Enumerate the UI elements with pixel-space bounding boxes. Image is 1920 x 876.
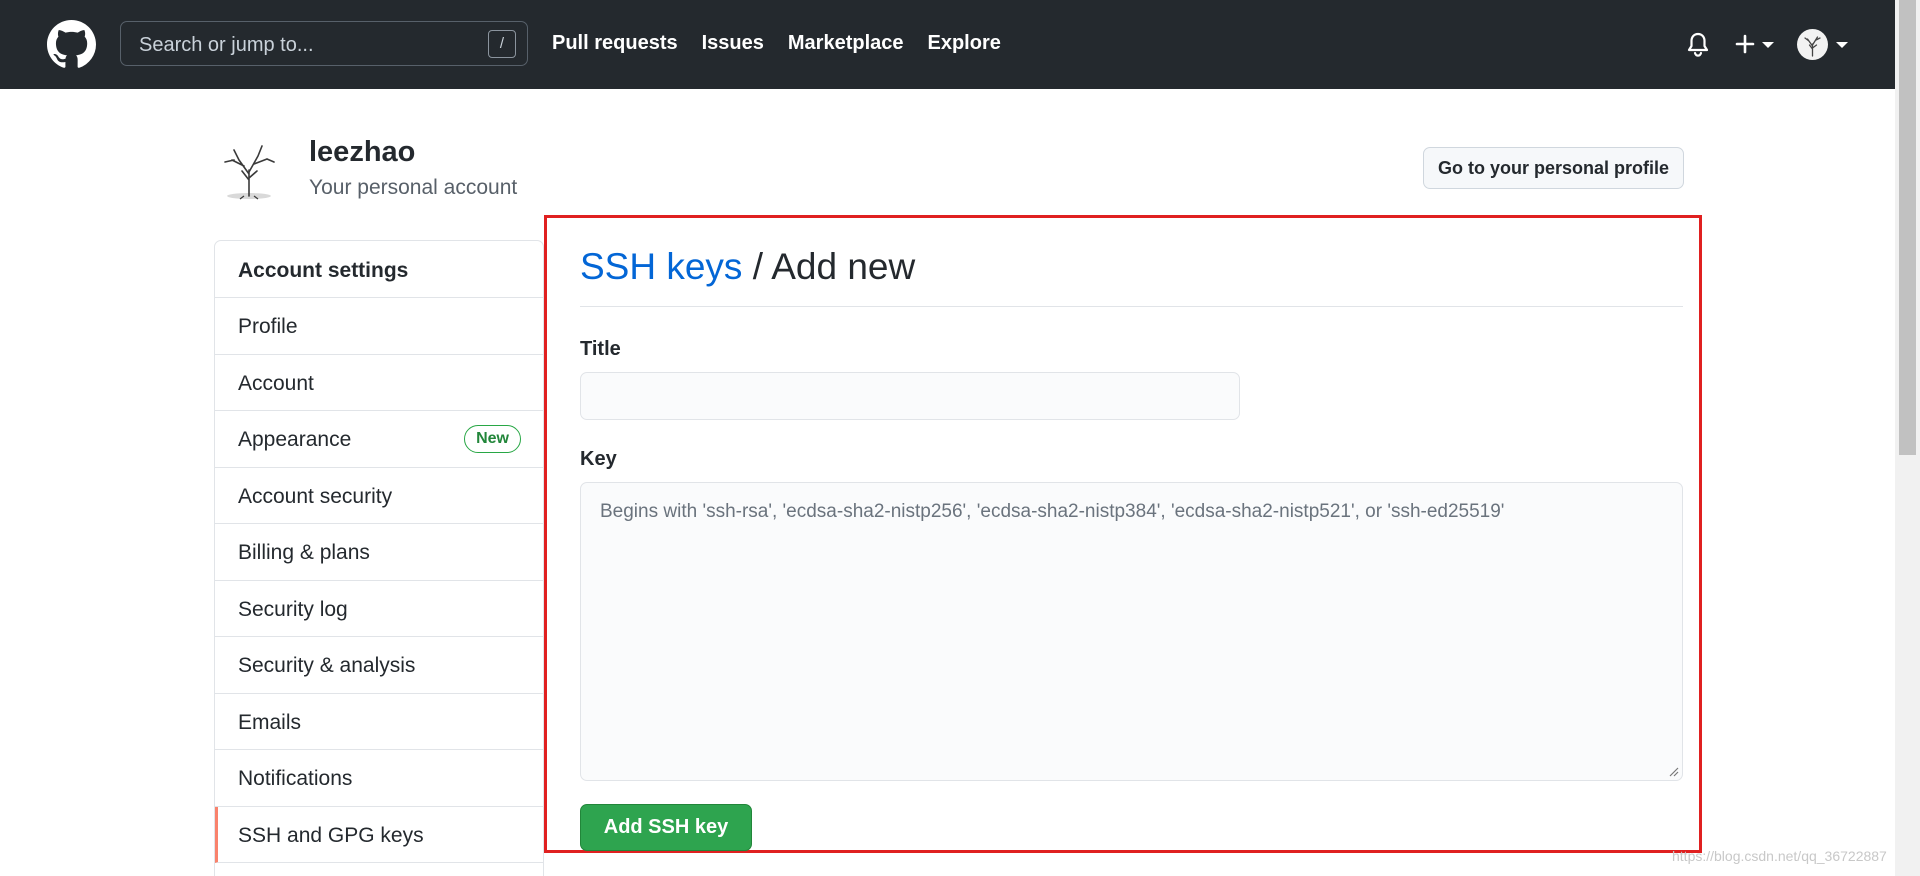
sidebar-item-appearance[interactable]: Appearance New bbox=[215, 411, 543, 468]
sidebar-item-label: SSH and GPG keys bbox=[238, 823, 424, 847]
profile-avatar[interactable] bbox=[214, 134, 284, 204]
sidebar-item-account[interactable]: Account bbox=[215, 355, 543, 411]
top-header: Search or jump to... / Pull requests Iss… bbox=[0, 0, 1895, 89]
chevron-down-icon bbox=[1762, 42, 1774, 48]
sidebar-item-label: Security log bbox=[238, 597, 348, 621]
key-label: Key bbox=[580, 448, 617, 470]
sidebar-item-label: Security & analysis bbox=[238, 654, 416, 677]
page-title: SSH keys / Add new bbox=[580, 246, 915, 288]
sidebar-item-notifications[interactable]: Notifications bbox=[215, 750, 543, 807]
go-to-profile-button[interactable]: Go to your personal profile bbox=[1423, 147, 1684, 189]
chevron-down-icon bbox=[1836, 42, 1848, 48]
sidebar-item-label: Billing & plans bbox=[238, 541, 370, 564]
sidebar-item-emails[interactable]: Emails bbox=[215, 694, 543, 750]
sidebar-item-security-analysis[interactable]: Security & analysis bbox=[215, 637, 543, 694]
sidebar-item-label: Appearance bbox=[238, 428, 352, 451]
create-new-dropdown[interactable] bbox=[1735, 30, 1777, 58]
title-label: Title bbox=[580, 338, 621, 360]
nav-issues[interactable]: Issues bbox=[702, 32, 764, 55]
avatar-icon bbox=[1797, 29, 1828, 60]
settings-sidebar: Account settings Profile Account Appeara… bbox=[214, 240, 544, 876]
nav-pull-requests[interactable]: Pull requests bbox=[552, 32, 678, 55]
key-textarea[interactable] bbox=[580, 482, 1683, 781]
github-logo-icon[interactable] bbox=[47, 20, 96, 69]
add-ssh-key-button[interactable]: Add SSH key bbox=[580, 804, 752, 851]
ssh-keys-link[interactable]: SSH keys bbox=[580, 246, 742, 287]
sidebar-item-security-log[interactable]: Security log bbox=[215, 581, 543, 637]
sidebar-item-label: Profile bbox=[238, 315, 298, 338]
page-scrollbar-thumb[interactable] bbox=[1899, 0, 1916, 455]
user-menu-dropdown[interactable] bbox=[1797, 29, 1849, 61]
sidebar-heading: Account settings bbox=[215, 241, 543, 298]
new-badge: New bbox=[464, 425, 521, 453]
title-divider bbox=[580, 306, 1683, 307]
sidebar-item-label: Account bbox=[238, 371, 314, 395]
nav-marketplace[interactable]: Marketplace bbox=[788, 32, 904, 55]
search-input[interactable]: Search or jump to... / bbox=[120, 21, 528, 66]
sidebar-item-ssh-gpg-keys[interactable]: SSH and GPG keys bbox=[215, 806, 543, 863]
plus-icon bbox=[1735, 34, 1755, 54]
resize-handle-icon[interactable] bbox=[1667, 765, 1679, 777]
sidebar-item-label: Account security bbox=[238, 484, 393, 508]
search-placeholder: Search or jump to... bbox=[139, 34, 314, 56]
account-username: leezhao bbox=[309, 136, 416, 168]
sidebar-item-label: Notifications bbox=[238, 767, 353, 790]
sidebar-item-account-security[interactable]: Account security bbox=[215, 468, 543, 524]
account-subtitle: Your personal account bbox=[309, 176, 518, 199]
sidebar-item-profile[interactable]: Profile bbox=[215, 298, 543, 355]
sidebar-item-label: Emails bbox=[238, 710, 302, 734]
bell-icon[interactable] bbox=[1686, 32, 1710, 58]
search-shortcut-key: / bbox=[488, 30, 516, 58]
page-title-suffix: / Add new bbox=[742, 246, 916, 287]
primary-nav: Pull requests Issues Marketplace Explore bbox=[552, 32, 1025, 55]
nav-explore[interactable]: Explore bbox=[928, 32, 1001, 55]
title-input[interactable] bbox=[580, 372, 1240, 420]
sidebar-item-billing[interactable]: Billing & plans bbox=[215, 524, 543, 581]
watermark: https://blog.csdn.net/qq_36722887 bbox=[1672, 848, 1887, 864]
